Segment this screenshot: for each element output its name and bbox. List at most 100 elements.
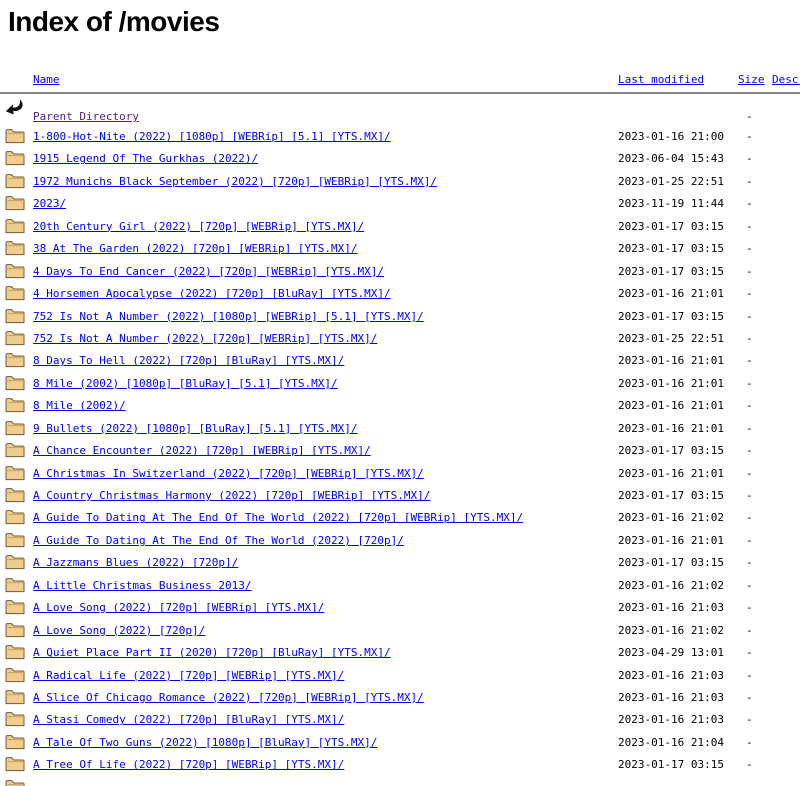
directory-link[interactable]: 8 Mile (2002)/ — [33, 399, 126, 413]
folder-icon — [5, 689, 25, 709]
directory-link[interactable]: 2023/ — [33, 197, 66, 211]
last-modified-value: 2023-01-16 21:03 — [618, 601, 724, 615]
last-modified-value: 2023-06-04 15:43 — [618, 152, 724, 166]
directory-link[interactable]: 38 At The Garden (2022) [720p] [WEBRip] … — [33, 242, 358, 256]
directory-link[interactable]: 752 Is Not A Number (2022) [1080p] [WEBR… — [33, 310, 424, 324]
directory-link[interactable]: 9 Bullets (2022) [1080p] [BluRay] [5.1] … — [33, 422, 358, 436]
directory-link[interactable]: A Quiet Place Part II (2020) [720p] [Blu… — [33, 646, 391, 660]
directory-link[interactable]: A Tree Of Life (2022) [720p] [WEBRip] [Y… — [33, 758, 344, 772]
folder-icon — [5, 150, 25, 170]
column-header-description[interactable]: Description — [772, 73, 800, 87]
table-row: A Slice Of Chicago Romance (2022) [720p]… — [0, 687, 800, 709]
size-value: - — [746, 220, 753, 234]
directory-link[interactable]: A Slice Of Chicago Romance (2022) [720p]… — [33, 691, 424, 705]
folder-icon — [5, 263, 25, 283]
column-header-size[interactable]: Size — [738, 73, 765, 87]
table-row: A Radical Life (2022) [720p] [WEBRip] [Y… — [0, 665, 800, 687]
column-header-last-modified[interactable]: Last modified — [618, 73, 704, 87]
size-value: - — [746, 691, 753, 705]
table-row: A Love Song (2022) [720p] [WEBRip] [YTS.… — [0, 597, 800, 619]
folder-icon — [5, 240, 25, 260]
size-value: - — [746, 310, 753, 324]
table-row: A Chance Encounter (2022) [720p] [WEBRip… — [0, 440, 800, 462]
size-value: - — [746, 332, 753, 346]
size-value: - — [746, 646, 753, 660]
directory-link[interactable]: 4 Days To End Cancer (2022) [720p] [WEBR… — [33, 265, 384, 279]
header-divider — [0, 92, 800, 94]
size-value: - — [746, 534, 753, 548]
directory-link[interactable]: 1972 Munichs Black September (2022) [720… — [33, 175, 437, 189]
directory-link[interactable]: 1-800-Hot-Nite (2022) [1080p] [WEBRip] [… — [33, 130, 391, 144]
last-modified-value: 2023-01-16 21:01 — [618, 467, 724, 481]
last-modified-value: 2023-01-17 03:15 — [618, 758, 724, 772]
directory-link[interactable]: 1915 Legend Of The Gurkhas (2022)/ — [33, 152, 258, 166]
table-row: 20th Century Girl (2022) [720p] [WEBRip]… — [0, 216, 800, 238]
table-row: 1915 Legend Of The Gurkhas (2022)/ 2023-… — [0, 148, 800, 170]
table-row: 38 At The Garden (2022) [720p] [WEBRip] … — [0, 238, 800, 260]
last-modified-value: 2023-01-17 03:15 — [618, 242, 724, 256]
last-modified-value: 2023-01-17 03:15 — [618, 265, 724, 279]
table-row: 4 Horsemen Apocalypse (2022) [720p] [Blu… — [0, 283, 800, 305]
table-row: 2023/ 2023-11-19 11:44 - — [0, 193, 800, 215]
last-modified-value: 2023-01-17 03:15 — [618, 489, 724, 503]
folder-icon — [5, 756, 25, 776]
folder-icon — [5, 218, 25, 238]
folder-icon — [5, 375, 25, 395]
directory-link[interactable]: 8 Days To Hell (2022) [720p] [BluRay] [Y… — [33, 354, 344, 368]
last-modified-value: 2023-01-16 21:03 — [618, 713, 724, 727]
size-value: - — [746, 556, 753, 570]
folder-icon — [5, 577, 25, 597]
directory-link[interactable]: 8 Mile (2002) [1080p] [BluRay] [5.1] [YT… — [33, 377, 338, 391]
folder-icon — [5, 397, 25, 417]
directory-link[interactable]: A Guide To Dating At The End Of The Worl… — [33, 511, 523, 525]
directory-link[interactable]: A Love Song (2022) [720p]/ — [33, 624, 205, 638]
file-rows: 1-800-Hot-Nite (2022) [1080p] [WEBRip] [… — [0, 126, 800, 786]
directory-link[interactable]: A Little Christmas Business 2013/ — [33, 579, 252, 593]
size-value: - — [746, 152, 753, 166]
size-value: - — [746, 736, 753, 750]
column-header-name[interactable]: Name — [33, 73, 60, 87]
last-modified-value: 2023-01-16 21:02 — [618, 579, 724, 593]
directory-link[interactable]: 20th Century Girl (2022) [720p] [WEBRip]… — [33, 220, 364, 234]
directory-link[interactable]: A Tale Of Two Guns (2022) [1080p] [BluRa… — [33, 736, 377, 750]
folder-icon — [5, 734, 25, 754]
last-modified-value: 2023-01-16 21:02 — [618, 624, 724, 638]
directory-link[interactable]: A Jazzmans Blues (2022) [720p]/ — [33, 556, 238, 570]
table-row: A Tale Of Two Guns (2022) [1080p] [BluRa… — [0, 732, 800, 754]
directory-link[interactable]: 4 Horsemen Apocalypse (2022) [720p] [Blu… — [33, 287, 391, 301]
table-row: A Love Song (2022) [720p]/ 2023-01-16 21… — [0, 620, 800, 642]
last-modified-value: 2023-01-25 22:51 — [618, 175, 724, 189]
last-modified-value: 2023-01-16 21:01 — [618, 354, 724, 368]
directory-link[interactable]: A Chance Encounter (2022) [720p] [WEBRip… — [33, 444, 371, 458]
table-row: A Guide To Dating At The End Of The Worl… — [0, 507, 800, 529]
size-value: - — [746, 467, 753, 481]
directory-link[interactable]: A Radical Life (2022) [720p] [WEBRip] [Y… — [33, 669, 344, 683]
table-row: A Jazzmans Blues (2022) [720p]/ 2023-01-… — [0, 552, 800, 574]
table-row: 8 Mile (2002) [1080p] [BluRay] [5.1] [YT… — [0, 373, 800, 395]
last-modified-value: 2023-01-16 21:04 — [618, 736, 724, 750]
parent-directory-link[interactable]: Parent Directory — [33, 110, 139, 124]
last-modified-value: 2023-01-16 21:03 — [618, 691, 724, 705]
directory-link[interactable]: A Guide To Dating At The End Of The Worl… — [33, 534, 404, 548]
parent-directory-row: Parent Directory - — [0, 106, 800, 128]
directory-index-page: Index of /movies Name Last modified Size… — [0, 0, 800, 786]
directory-link[interactable]: 752 Is Not A Number (2022) [720p] [WEBRi… — [33, 332, 377, 346]
table-row: 1972 Munichs Black September (2022) [720… — [0, 171, 800, 193]
size-value: - — [746, 265, 753, 279]
directory-link[interactable]: A Love Song (2022) [720p] [WEBRip] [YTS.… — [33, 601, 324, 615]
table-row: 9 Bullets (2022) [1080p] [BluRay] [5.1] … — [0, 418, 800, 440]
directory-link[interactable]: A Stasi Comedy (2022) [720p] [BluRay] [Y… — [33, 713, 344, 727]
last-modified-value: 2023-01-16 21:00 — [618, 130, 724, 144]
directory-link[interactable]: A Country Christmas Harmony (2022) [720p… — [33, 489, 430, 503]
size-value: - — [746, 130, 753, 144]
last-modified-value: 2023-01-16 21:01 — [618, 422, 724, 436]
folder-icon — [5, 330, 25, 350]
table-row: A Christmas In Switzerland (2022) [720p]… — [0, 463, 800, 485]
folder-icon — [5, 442, 25, 462]
table-row: A Country Christmas Harmony (2022) [720p… — [0, 485, 800, 507]
folder-icon — [5, 532, 25, 552]
table-row: A Quiet Place Part II (2020) [720p] [Blu… — [0, 642, 800, 664]
directory-link[interactable]: A Christmas In Switzerland (2022) [720p]… — [33, 467, 424, 481]
size-value: - — [746, 175, 753, 189]
folder-icon — [5, 352, 25, 372]
